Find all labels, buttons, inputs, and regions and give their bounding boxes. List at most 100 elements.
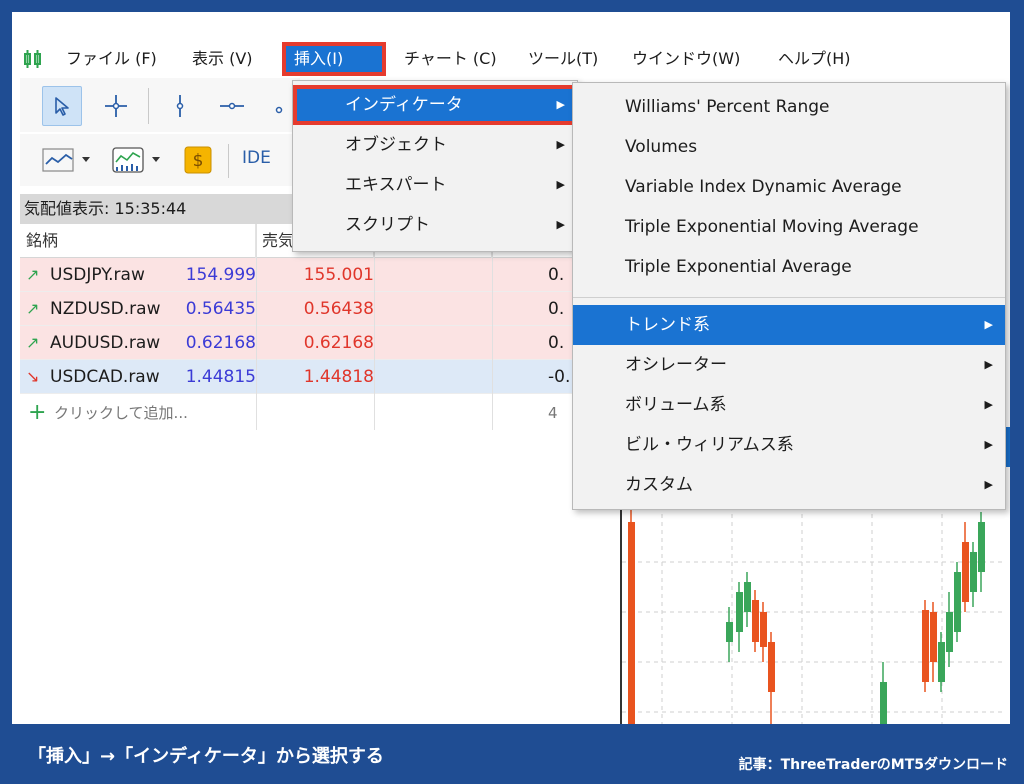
menu-insert[interactable]: 挿入(I) <box>282 42 386 76</box>
caret-right-icon: ▶ <box>556 218 565 231</box>
trendline-icon <box>275 106 283 114</box>
caption-source: 記事：ThreeTraderのMT5ダウンロード <box>738 757 1008 773</box>
indicator-trix[interactable]: Triple Exponential Average <box>573 247 1005 287</box>
candle-body <box>954 572 961 632</box>
crosshair-tool-button[interactable] <box>96 86 136 126</box>
ask-price: 155.001 <box>303 265 374 285</box>
arrow-up-icon: ↗ <box>26 299 40 318</box>
plus-icon: + <box>28 400 47 425</box>
arrow-up-icon: ↗ <box>26 333 40 352</box>
table-row[interactable]: ↘ USDCAD.raw 1.44815 1.44818 -0. <box>20 360 620 394</box>
menu-item-scripts[interactable]: スクリプト ▶ <box>293 205 577 245</box>
menu-help[interactable]: ヘルプ(H) <box>778 42 851 76</box>
candle-body <box>938 642 945 682</box>
caret-right-icon: ▶ <box>984 318 993 331</box>
menu-window[interactable]: ウインドウ(W) <box>632 42 740 76</box>
add-symbol-label: クリックして追加... <box>54 404 188 422</box>
candle-body <box>726 622 733 642</box>
menu-item-objects[interactable]: オブジェクト ▶ <box>293 125 577 165</box>
bid-price: 0.62168 <box>185 333 256 353</box>
menu-item-indicators[interactable]: インディケータ ▶ <box>293 85 577 125</box>
crosshair-icon <box>105 95 127 117</box>
candle-body <box>930 612 937 662</box>
table-row[interactable]: ↗ AUDUSD.raw 0.62168 0.62168 0. <box>20 326 620 360</box>
symbol-name: NZDUSD.raw <box>50 299 161 319</box>
ask-price: 0.56438 <box>303 299 374 319</box>
caret-right-icon: ▶ <box>556 178 565 191</box>
candle-body <box>880 682 887 724</box>
toolbar-charts: $ IDE <box>20 134 300 186</box>
bid-price: 1.44815 <box>185 367 256 387</box>
symbol-count: 4 <box>548 404 558 422</box>
chart-scroll-marker <box>1006 427 1010 467</box>
menu-chart[interactable]: チャート (C) <box>404 42 497 76</box>
column-symbol[interactable]: 銘柄 <box>20 224 256 258</box>
caret-right-icon: ▶ <box>984 478 993 491</box>
candle-body <box>628 522 635 724</box>
category-trend[interactable]: トレンド系 ▶ <box>573 305 1005 345</box>
caret-right-icon: ▶ <box>984 358 993 371</box>
horizontal-line-tool-button[interactable] <box>212 86 252 126</box>
bid-price: 154.999 <box>185 265 256 285</box>
caret-right-icon: ▶ <box>556 138 565 151</box>
candle-body <box>946 612 953 652</box>
vertical-line-icon <box>176 95 184 117</box>
caret-right-icon: ▶ <box>984 398 993 411</box>
menu-tools[interactable]: ツール(T) <box>528 42 598 76</box>
candle-body <box>752 600 759 642</box>
caret-right-icon: ▶ <box>556 98 565 111</box>
symbol-name: AUDUSD.raw <box>50 333 161 353</box>
symbol-name: USDCAD.raw <box>50 367 160 387</box>
indicator-list-button[interactable] <box>106 142 170 178</box>
candle-body <box>744 582 751 612</box>
cursor-icon <box>55 97 69 116</box>
indicator-volumes[interactable]: Volumes <box>573 127 1005 167</box>
svg-text:$: $ <box>193 151 204 171</box>
menu-item-experts[interactable]: エキスパート ▶ <box>293 165 577 205</box>
indicator-tema[interactable]: Triple Exponential Moving Average <box>573 207 1005 247</box>
candle-body <box>760 612 767 647</box>
candlestick-chart <box>622 482 1002 724</box>
cursor-tool-button[interactable] <box>42 86 82 126</box>
trade-button[interactable]: $ <box>182 144 214 176</box>
toolbar-separator <box>148 88 149 124</box>
candle-body <box>922 610 929 682</box>
app-logo-icon <box>24 50 41 68</box>
chart-type-button[interactable] <box>36 142 100 178</box>
price-chart[interactable] <box>620 482 1002 724</box>
bid-price: 0.56435 <box>185 299 256 319</box>
category-oscillators[interactable]: オシレーター ▶ <box>573 345 1005 385</box>
table-row[interactable]: ↗ NZDUSD.raw 0.56435 0.56438 0. <box>20 292 620 326</box>
horizontal-line-icon <box>220 102 244 110</box>
arrow-down-icon: ↘ <box>26 367 40 386</box>
arrow-up-icon: ↗ <box>26 265 40 284</box>
ask-price: 1.44818 <box>303 367 374 387</box>
ide-button[interactable]: IDE <box>242 148 271 168</box>
table-row[interactable]: ↗ USDJPY.raw 154.999 155.001 0. <box>20 258 620 292</box>
vertical-line-tool-button[interactable] <box>160 86 200 126</box>
category-bill-williams[interactable]: ビル・ウィリアムス系 ▶ <box>573 425 1005 465</box>
candle-body <box>962 542 969 602</box>
insert-menu: インディケータ ▶ オブジェクト ▶ エキスパート ▶ スクリプト ▶ <box>292 80 578 252</box>
indicator-williams-percent-range[interactable]: Williams' Percent Range <box>573 87 1005 127</box>
menu-bar: ファイル (F) 表示 (V) 挿入(I) チャート (C) ツール(T) ウイ… <box>20 42 1000 76</box>
mt5-window: ファイル (F) 表示 (V) 挿入(I) チャート (C) ツール(T) ウイ… <box>20 42 1010 724</box>
menu-view[interactable]: 表示 (V) <box>192 42 253 76</box>
category-volumes[interactable]: ボリューム系 ▶ <box>573 385 1005 425</box>
category-custom[interactable]: カスタム ▶ <box>573 465 1005 505</box>
indicator-chart-icon <box>112 147 160 173</box>
add-symbol-row[interactable]: + クリックして追加... 4 <box>20 396 620 430</box>
candle-body <box>970 552 977 592</box>
candle-body <box>978 522 985 572</box>
menu-file[interactable]: ファイル (F) <box>66 42 157 76</box>
candle-body <box>736 592 743 632</box>
caption-bar: 「挿入」→「インディケータ」から選択する 記事：ThreeTraderのMT5ダ… <box>0 724 1024 784</box>
caret-right-icon: ▶ <box>984 438 993 451</box>
dollar-icon: $ <box>184 146 212 174</box>
caption-text: 「挿入」→「インディケータ」から選択する <box>28 746 384 767</box>
indicator-vidya[interactable]: Variable Index Dynamic Average <box>573 167 1005 207</box>
symbol-name: USDJPY.raw <box>50 265 145 285</box>
candle-body <box>768 642 775 692</box>
menu-separator <box>573 297 1005 298</box>
ask-price: 0.62168 <box>303 333 374 353</box>
